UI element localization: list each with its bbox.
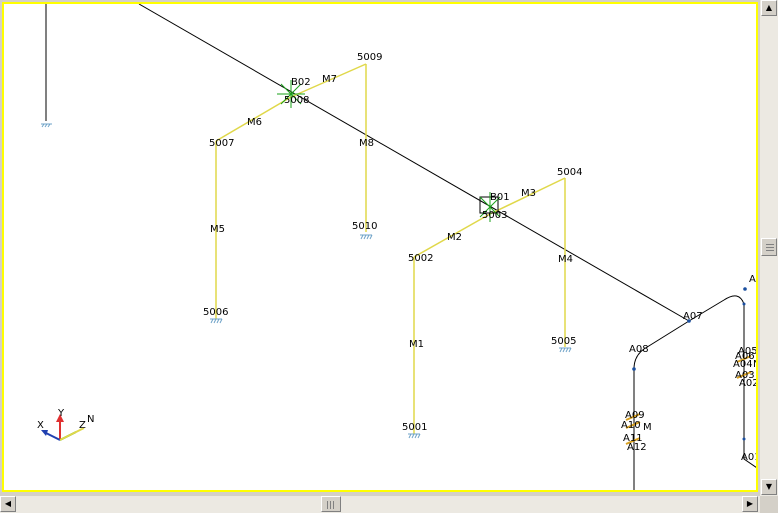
node-label-5006: 5006: [203, 307, 228, 318]
model-viewer-window: 5009 5007 5008 5010 5006 5004 5002 5003 …: [0, 0, 778, 513]
member-label-m1: M1: [409, 339, 424, 350]
scrollbar-corner: [760, 496, 778, 513]
point-label-a02: A02: [739, 378, 758, 389]
member-label-m6: M6: [247, 117, 262, 128]
scroll-down-button[interactable]: ▼: [761, 479, 777, 495]
member-label-m3: M3: [521, 188, 536, 199]
scroll-right-button[interactable]: ▶: [742, 496, 758, 512]
anchors-frame: [210, 234, 572, 439]
node-label-5005: 5005: [551, 336, 576, 347]
pipe-system-right: [633, 295, 756, 490]
thumb-grip: [766, 244, 774, 251]
scroll-left-button[interactable]: ◀: [0, 496, 16, 512]
member-label-m7: M7: [322, 74, 337, 85]
horizontal-scroll-thumb[interactable]: [321, 496, 341, 512]
node-label-5007: 5007: [209, 138, 234, 149]
node-label-5010: 5010: [352, 221, 377, 232]
point-label-n: N: [753, 359, 758, 370]
node-label-5003: 5003: [482, 210, 507, 221]
point-label-a08: A08: [629, 344, 649, 355]
scroll-up-button[interactable]: ▲: [761, 0, 777, 16]
axis-label-y: Y: [57, 408, 65, 419]
node-label-5001: 5001: [402, 422, 427, 433]
arrow-up-icon: ▲: [765, 3, 773, 12]
member-label-m5: M5: [210, 224, 225, 235]
point-label-a04: A04: [733, 359, 753, 370]
axis-label-x: X: [37, 420, 44, 431]
model-drawing[interactable]: 5009 5007 5008 5010 5006 5004 5002 5003 …: [4, 4, 758, 492]
axis-label-n: N: [87, 414, 94, 425]
node-label-5004: 5004: [557, 167, 582, 178]
point-label-m: M: [643, 422, 652, 433]
anchor-symbol: [41, 123, 52, 128]
vertical-scroll-thumb[interactable]: [761, 238, 777, 256]
thumb-grip: [327, 501, 336, 509]
vertical-scrollbar[interactable]: ▲ ▼: [760, 0, 778, 496]
node-label-5002: 5002: [408, 253, 433, 264]
point-label-a12: A12: [627, 442, 647, 453]
arrow-right-icon: ▶: [746, 499, 754, 508]
support-label-b01: B01: [490, 192, 510, 203]
point-label-a01: A01: [741, 452, 758, 463]
support-label-b02: B02: [291, 77, 311, 88]
point-label-a10: A10: [621, 420, 641, 431]
axis-label-z: Z: [79, 420, 86, 431]
node-label-5009: 5009: [357, 52, 382, 63]
member-label-m4: M4: [558, 254, 573, 265]
member-label-m8: M8: [359, 138, 374, 149]
3d-viewport[interactable]: 5009 5007 5008 5010 5006 5004 5002 5003 …: [2, 2, 758, 492]
point-label-a07: A07: [683, 311, 703, 322]
member-label-m2: M2: [447, 232, 462, 243]
arrow-down-icon: ▼: [765, 482, 773, 491]
point-label-a0-top: A0: [749, 274, 758, 285]
node-label-5008: 5008: [284, 95, 309, 106]
axis-triad: X Y Z N: [37, 408, 94, 441]
horizontal-scrollbar[interactable]: ◀ ▶: [0, 496, 760, 513]
arrow-left-icon: ◀: [4, 499, 12, 508]
